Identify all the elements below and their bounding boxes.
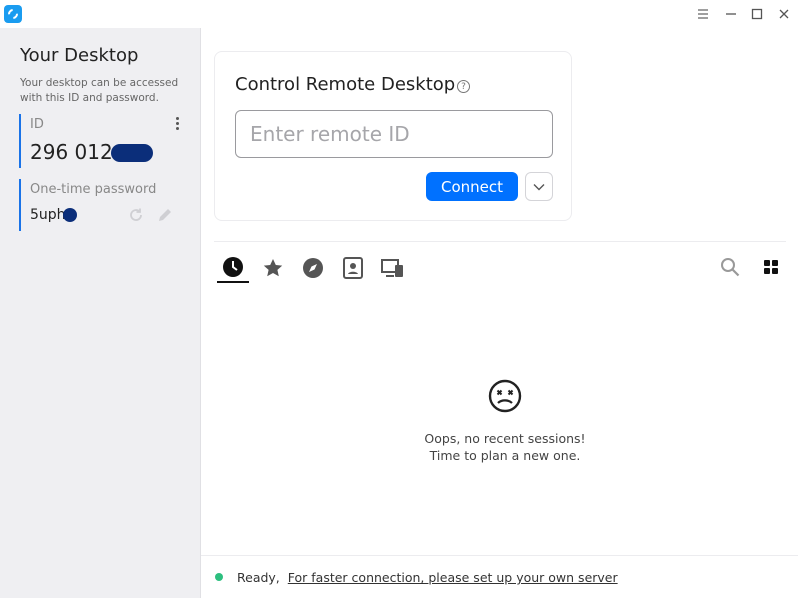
- close-button[interactable]: [774, 4, 794, 24]
- compass-icon: [303, 258, 323, 278]
- chevron-down-icon: [533, 183, 545, 190]
- status-state: Ready,: [237, 570, 280, 585]
- id-value: 296 012: [30, 140, 113, 164]
- refresh-icon[interactable]: [128, 207, 144, 223]
- password-label: One-time password: [30, 182, 157, 197]
- sidebar-title: Your Desktop: [20, 45, 139, 66]
- tab-address-book[interactable]: [337, 253, 369, 283]
- edit-icon[interactable]: [157, 207, 173, 223]
- tab-favorites[interactable]: [257, 253, 289, 283]
- address-book-icon: [343, 257, 363, 279]
- sad-face-icon: [488, 379, 522, 413]
- hamburger-menu-icon[interactable]: [693, 4, 713, 24]
- status-indicator: [215, 573, 223, 581]
- tab-devices[interactable]: [377, 253, 409, 283]
- clock-icon: [223, 257, 243, 277]
- connect-card-title: Control Remote Desktop: [235, 74, 456, 95]
- grid-view-icon[interactable]: [762, 258, 780, 276]
- sidebar: Your Desktop Your desktop can be accesse…: [0, 28, 201, 598]
- password-block: One-time password 5uph: [19, 179, 189, 231]
- star-icon: [263, 259, 283, 277]
- divider: [214, 241, 786, 242]
- status-text: Ready, For faster connection, please set…: [237, 570, 618, 585]
- remote-id-input[interactable]: [235, 110, 553, 158]
- more-options-icon[interactable]: [171, 114, 183, 132]
- connect-card: Control Remote Desktop ? Connect: [214, 51, 572, 221]
- empty-state-line-1: Oops, no recent sessions!: [424, 431, 586, 446]
- status-bar: Ready, For faster connection, please set…: [201, 555, 798, 598]
- sidebar-description: Your desktop can be accessed with this I…: [20, 77, 179, 104]
- connect-options-button[interactable]: [525, 172, 553, 201]
- password-value: 5uph: [30, 207, 66, 223]
- redaction-blur: [111, 144, 153, 162]
- minimize-button[interactable]: [721, 4, 741, 24]
- search-icon[interactable]: [719, 256, 741, 278]
- main-panel: Control Remote Desktop ? Connect: [201, 28, 798, 598]
- title-bar: [0, 0, 798, 28]
- id-label: ID: [30, 117, 44, 132]
- help-icon[interactable]: ?: [457, 80, 470, 93]
- app-logo-icon: [4, 5, 22, 23]
- tab-discovered[interactable]: [297, 253, 329, 283]
- empty-state-line-2: Time to plan a new one.: [429, 448, 581, 463]
- connect-button[interactable]: Connect: [426, 172, 518, 201]
- tab-recent-sessions[interactable]: [217, 253, 249, 283]
- redaction-blur: [63, 208, 77, 222]
- maximize-button[interactable]: [747, 4, 767, 24]
- id-block: ID 296 012: [19, 114, 189, 168]
- devices-icon: [381, 259, 403, 277]
- server-setup-link[interactable]: For faster connection, please set up you…: [288, 570, 618, 585]
- empty-state-message: Oops, no recent sessions! Time to plan a…: [371, 430, 639, 464]
